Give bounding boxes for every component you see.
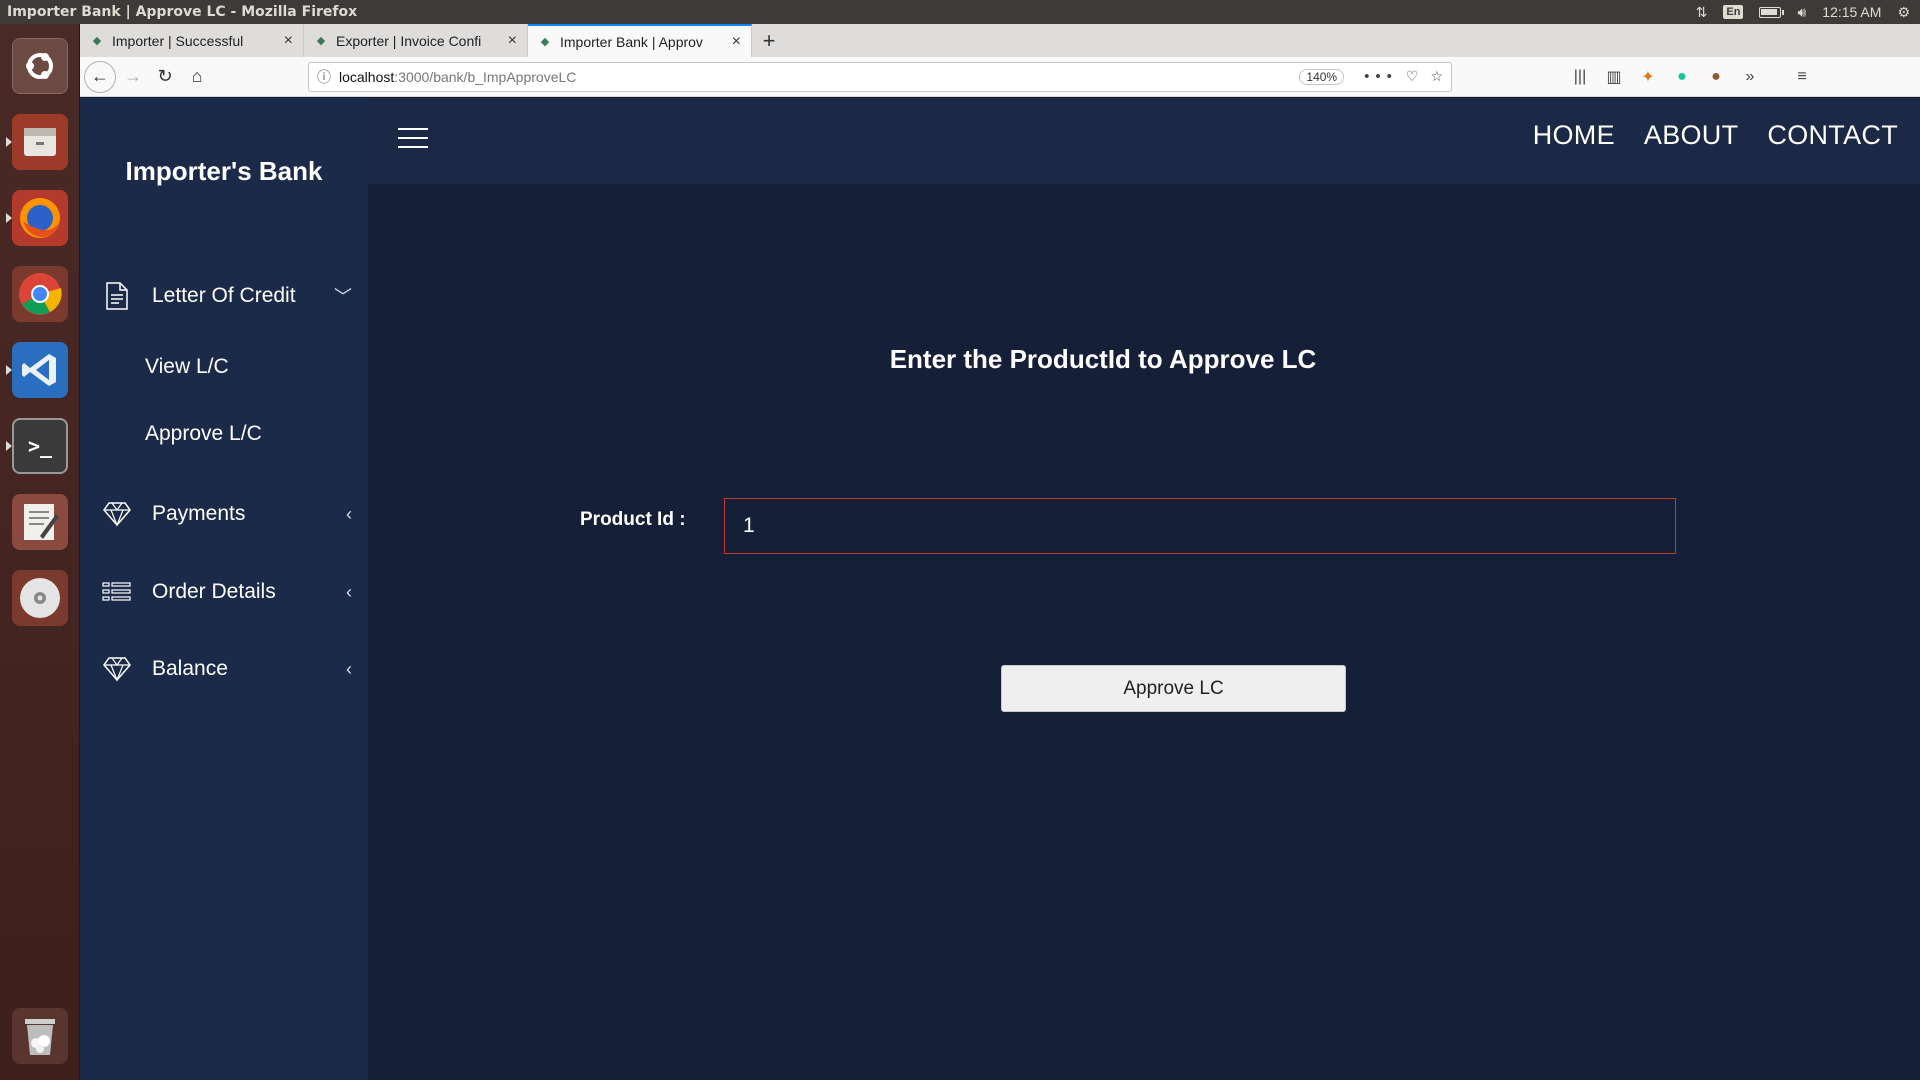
text-editor-icon xyxy=(12,494,68,550)
vscode-icon xyxy=(12,342,68,398)
ubuntu-dash-launcher[interactable] xyxy=(6,32,74,100)
text-editor-launcher[interactable] xyxy=(6,488,74,556)
web-app: Importer's Bank Letter Of Credit ﹀ View … xyxy=(80,98,1920,1080)
url-path: :3000/bank/b_ImpApproveLC xyxy=(394,68,577,85)
diamond-icon xyxy=(102,656,132,682)
files-launcher[interactable] xyxy=(6,108,74,176)
trash-icon xyxy=(12,1008,68,1064)
sidebar-item-payments[interactable]: Payments ‹ xyxy=(102,494,352,534)
firefox-launcher[interactable] xyxy=(6,184,74,252)
nav-home-link[interactable]: HOME xyxy=(1533,120,1615,151)
zoom-indicator[interactable]: 140% xyxy=(1299,68,1345,85)
chrome-icon xyxy=(12,266,68,322)
approve-lc-button[interactable]: Approve LC xyxy=(1001,665,1346,712)
new-tab-button[interactable]: + xyxy=(752,24,786,57)
url-host: localhost xyxy=(339,68,395,85)
nav-about-link[interactable]: ABOUT xyxy=(1644,120,1739,151)
sidebar-item-label: Payments xyxy=(152,502,246,525)
page-actions-button[interactable]: ••• xyxy=(1364,68,1398,85)
tab-close-icon[interactable]: × xyxy=(732,33,741,51)
terminal-launcher[interactable]: >_ xyxy=(6,412,74,480)
browser-tab-2[interactable]: ◆ Exporter | Invoice Confi × xyxy=(304,24,528,57)
main-content: Enter the ProductId to Approve LC Produc… xyxy=(368,184,1920,1080)
browser-tab-1[interactable]: ◆ Importer | Successful × xyxy=(80,24,304,57)
menu-hamburger-icon[interactable]: ≡ xyxy=(1792,68,1812,86)
chevron-left-icon: ‹ xyxy=(346,581,352,602)
sidebar-item-letter-of-credit[interactable]: Letter Of Credit ﹀ xyxy=(102,276,352,316)
terminal-icon: >_ xyxy=(12,418,68,474)
trash-launcher[interactable] xyxy=(6,1002,74,1070)
sidebar-item-label: Order Details xyxy=(152,580,276,603)
window-title: Importer Bank | Approve LC - Mozilla Fir… xyxy=(7,4,358,20)
back-button[interactable]: ← xyxy=(84,60,116,93)
tab-close-icon[interactable]: × xyxy=(284,32,293,50)
bookmark-star-icon[interactable]: ☆ xyxy=(1430,68,1443,85)
nav-contact-link[interactable]: CONTACT xyxy=(1767,120,1898,151)
volume-icon[interactable]: 🔊︎ xyxy=(1797,4,1806,21)
settings-gear-icon[interactable]: ⚙ xyxy=(1897,4,1910,21)
product-id-label: Product Id : xyxy=(580,509,686,530)
chrome-launcher[interactable] xyxy=(6,260,74,328)
disc-icon xyxy=(12,570,68,626)
tab-favicon-icon: ◆ xyxy=(92,35,102,47)
tab-favicon-icon: ◆ xyxy=(316,35,326,47)
page-title: Enter the ProductId to Approve LC xyxy=(889,344,1317,374)
chevron-left-icon: ‹ xyxy=(346,503,352,524)
extension-icon[interactable]: ● xyxy=(1706,68,1726,86)
os-top-bar: Importer Bank | Approve LC - Mozilla Fir… xyxy=(0,0,1920,24)
chevron-left-icon: ‹ xyxy=(346,658,352,679)
hamburger-menu-icon[interactable] xyxy=(398,128,428,155)
browser-tab-3-active[interactable]: ◆ Importer Bank | Approv × xyxy=(528,24,752,57)
tab-close-icon[interactable]: × xyxy=(508,32,517,50)
document-icon xyxy=(102,281,132,311)
ubuntu-launcher: >_ xyxy=(0,24,80,1080)
sidebar-item-label: Balance xyxy=(152,657,228,680)
library-icon[interactable]: ||| xyxy=(1570,68,1590,86)
system-tray: ⇅ En 🔊︎ 12:15 AM ⚙ xyxy=(1696,4,1920,21)
top-nav: HOME ABOUT CONTACT xyxy=(1533,120,1898,151)
arrow-right-icon: → xyxy=(124,66,142,86)
arrow-left-icon: ← xyxy=(91,66,109,86)
overflow-chevron-icon[interactable]: » xyxy=(1740,68,1760,86)
product-id-input[interactable] xyxy=(724,498,1676,554)
sidebar: Importer's Bank Letter Of Credit ﹀ View … xyxy=(80,98,368,1080)
clock[interactable]: 12:15 AM xyxy=(1822,4,1881,20)
sidebar-item-order-details[interactable]: Order Details ‹ xyxy=(102,572,352,612)
sidebar-subitem-approve-lc[interactable]: Approve L/C xyxy=(145,422,262,446)
toolbar-icons: ||| ▥ ✦ ● ● » ≡ xyxy=(1570,67,1812,87)
tab-label: Importer Bank | Approv xyxy=(560,33,703,50)
tab-label: Exporter | Invoice Confi xyxy=(336,32,482,49)
file-cabinet-icon xyxy=(12,114,68,170)
metamask-icon[interactable]: ✦ xyxy=(1638,67,1658,87)
network-icon[interactable]: ⇅ xyxy=(1696,4,1708,21)
firefox-icon xyxy=(12,190,68,246)
vscode-launcher[interactable] xyxy=(6,336,74,404)
info-icon[interactable]: ⓘ xyxy=(317,67,331,87)
brand-title: Importer's Bank xyxy=(125,156,323,186)
sidebar-toggle-icon[interactable]: ▥ xyxy=(1604,67,1624,87)
tab-favicon-icon: ◆ xyxy=(540,36,550,48)
sidebar-item-label: Letter Of Credit xyxy=(152,284,296,307)
sidebar-subitem-view-lc[interactable]: View L/C xyxy=(145,355,229,379)
reload-button[interactable]: ↻ xyxy=(150,62,180,92)
reload-icon: ↻ xyxy=(157,66,173,86)
browser-nav-bar: ← → ↻ ⌂ ⓘ localhost:3000/bank/b_ImpAppro… xyxy=(80,57,1920,97)
forward-button[interactable]: → xyxy=(118,62,148,92)
url-bar[interactable]: ⓘ localhost:3000/bank/b_ImpApproveLC 140… xyxy=(308,61,1452,92)
home-icon: ⌂ xyxy=(191,66,203,86)
tab-label: Importer | Successful xyxy=(112,32,244,49)
list-icon xyxy=(102,581,132,603)
keyboard-layout-indicator[interactable]: En xyxy=(1723,5,1744,19)
diamond-icon xyxy=(102,501,132,527)
disc-launcher[interactable] xyxy=(6,564,74,632)
battery-icon[interactable] xyxy=(1759,6,1785,18)
pocket-icon[interactable]: ♡ xyxy=(1406,68,1419,85)
grammarly-icon[interactable]: ● xyxy=(1672,68,1692,86)
browser-tab-bar: ◆ Importer | Successful × ◆ Exporter | I… xyxy=(80,24,1920,57)
sidebar-item-balance[interactable]: Balance ‹ xyxy=(102,649,352,689)
chevron-down-icon: ﹀ xyxy=(334,287,352,307)
top-header: HOME ABOUT CONTACT xyxy=(368,98,1920,184)
ubuntu-logo-icon xyxy=(12,38,68,94)
home-button[interactable]: ⌂ xyxy=(182,62,212,92)
